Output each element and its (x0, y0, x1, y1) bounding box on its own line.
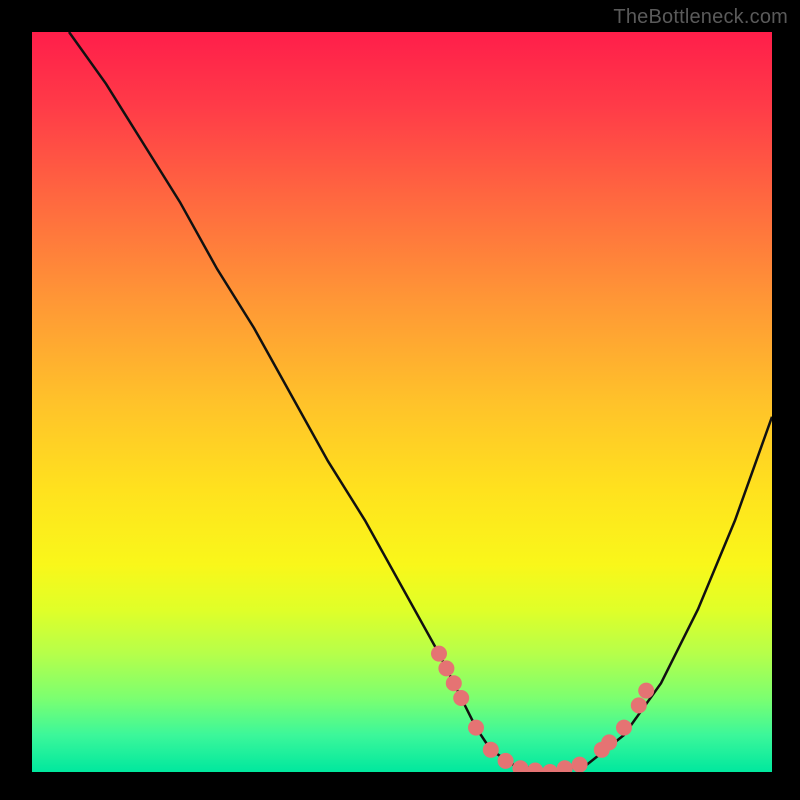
data-marker (527, 763, 543, 773)
data-marker (601, 734, 617, 750)
data-marker (512, 760, 528, 772)
data-marker (557, 760, 573, 772)
bottleneck-curve (69, 32, 772, 772)
data-marker (498, 753, 514, 769)
data-marker (438, 660, 454, 676)
data-marker (483, 742, 499, 758)
data-marker (638, 683, 654, 699)
watermark-label: TheBottleneck.com (613, 6, 788, 29)
plot-area (32, 32, 772, 772)
data-marker (631, 697, 647, 713)
data-marker (453, 690, 469, 706)
chart-svg (32, 32, 772, 772)
marker-layer (431, 646, 654, 772)
data-marker (431, 646, 447, 662)
data-marker (446, 675, 462, 691)
data-marker (468, 720, 484, 736)
data-marker (542, 764, 558, 772)
data-marker (616, 720, 632, 736)
chart-frame: TheBottleneck.com (0, 0, 800, 800)
data-marker (572, 757, 588, 772)
